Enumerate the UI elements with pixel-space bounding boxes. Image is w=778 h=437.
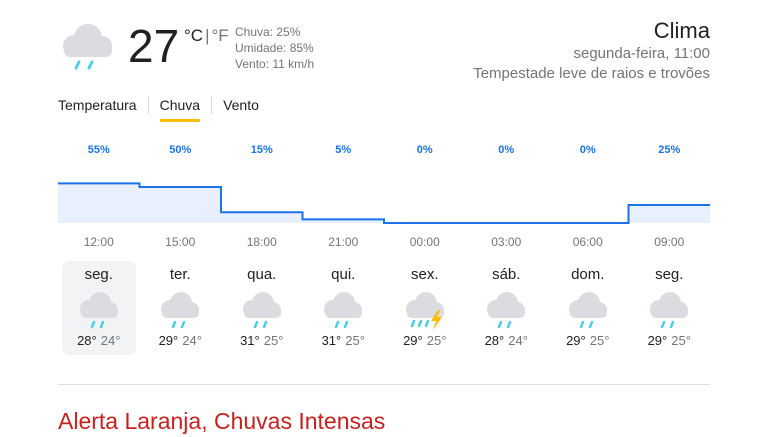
weather-title: Clima	[653, 18, 710, 43]
day-name: ter.	[169, 266, 191, 283]
time-label: 06:00	[573, 235, 603, 249]
day-temperatures: 31° 25°	[225, 333, 299, 348]
current-temperature: 27	[128, 20, 180, 72]
precipitation-label: 0%	[498, 144, 514, 156]
day-name: sex.	[410, 266, 439, 283]
high-temp: 29°	[158, 333, 179, 348]
thunderstorm-icon	[405, 292, 444, 330]
day-temperatures: 29° 25°	[388, 333, 462, 348]
precipitation-chart: 55% 12:00 50% 15:00 15% 18:00 5% 21:00 0% 00:00 0%…	[58, 144, 710, 249]
day-temperatures: 29° 24°	[143, 333, 217, 348]
low-temp: 24°	[100, 333, 121, 348]
rain-icon	[242, 292, 281, 329]
weather-details: Chuva: 25% Umidade: 85% Vento: 11 km/h	[235, 24, 314, 72]
rain-icon	[324, 292, 363, 329]
weather-description: Tempestade leve de raios e trovões	[473, 65, 710, 82]
day-name: qua.	[247, 266, 277, 283]
precipitation-label: 5%	[335, 144, 351, 156]
low-temp: 25°	[426, 333, 447, 348]
unit-fahrenheit[interactable]: °F	[212, 26, 229, 45]
weather-alert-link[interactable]: Alerta Laranja, Chuvas Intensas	[58, 408, 385, 435]
time-label: 00:00	[410, 235, 440, 249]
tab-temperatura[interactable]: Temperatura	[58, 96, 148, 114]
precipitation-label: 0%	[580, 144, 596, 156]
divider	[58, 384, 710, 385]
high-temp: 29°	[647, 333, 668, 348]
day-name: seg.	[84, 266, 113, 283]
time-label: 15:00	[165, 235, 195, 249]
time-label: 21:00	[328, 235, 358, 249]
low-temp: 25°	[671, 333, 691, 348]
day-forecast[interactable]: seg. 29° 25°	[632, 261, 706, 355]
high-temp: 31°	[321, 333, 342, 348]
precipitation-label: 0%	[417, 144, 433, 156]
rain-icon	[161, 292, 200, 329]
day-forecast[interactable]: qua. 31° 25°	[225, 261, 299, 355]
rain-icon	[79, 292, 118, 329]
rain-icon	[568, 292, 607, 329]
low-temp: 25°	[263, 333, 284, 348]
day-forecast[interactable]: qui. 31° 25°	[306, 261, 380, 355]
weather-header: Clima segunda-feira, 11:00 Tempestade le…	[473, 18, 710, 84]
precipitation-label: 50%	[169, 144, 191, 156]
time-label: 18:00	[247, 235, 277, 249]
day-forecast[interactable]: seg. 28° 24°	[61, 261, 136, 355]
day-temperatures: 28° 24°	[62, 333, 136, 348]
day-name: seg.	[655, 266, 684, 283]
day-temperatures: 28° 24°	[469, 333, 543, 348]
day-name: dom.	[571, 266, 605, 283]
low-temp: 25°	[589, 333, 610, 348]
precipitation-area	[58, 183, 710, 223]
rain-icon	[650, 292, 689, 329]
weather-datetime: segunda-feira, 11:00	[573, 45, 711, 62]
high-temp: 29°	[403, 333, 423, 348]
unit-separator: |	[205, 26, 210, 45]
tabs: Temperatura Chuva Vento	[58, 96, 270, 124]
unit-toggle: °C | °F	[184, 26, 229, 46]
high-temp: 29°	[566, 333, 586, 348]
wind-detail: Vento: 11 km/h	[235, 57, 315, 71]
day-temperatures: 29° 25°	[632, 333, 706, 348]
high-temp: 28°	[77, 333, 97, 348]
time-label: 12:00	[84, 235, 114, 249]
high-temp: 28°	[484, 333, 505, 348]
low-temp: 25°	[345, 333, 365, 348]
time-label: 09:00	[654, 235, 684, 249]
tab-vento[interactable]: Vento	[211, 96, 270, 114]
daily-forecast: seg. 28° 24° ter. 29° 24° qua. 31° 25° qui. 31° 25°…	[58, 261, 710, 355]
day-forecast[interactable]: sex. 29° 25°	[388, 261, 462, 355]
rain-icon	[487, 292, 526, 329]
day-forecast[interactable]: dom. 29° 25°	[551, 261, 625, 355]
day-name: qui.	[331, 266, 356, 283]
precipitation-label: 25%	[658, 144, 680, 156]
low-temp: 24°	[508, 333, 528, 348]
day-forecast[interactable]: ter. 29° 24°	[143, 261, 217, 355]
day-temperatures: 31° 25°	[306, 333, 380, 348]
day-name: sáb.	[492, 266, 521, 283]
humidity-detail: Umidade: 85%	[235, 41, 314, 55]
rain-cloud-icon	[63, 24, 112, 70]
precipitation-label: 55%	[88, 144, 110, 156]
precipitation-detail: Chuva: 25%	[235, 25, 301, 39]
day-temperatures: 29° 25°	[551, 333, 625, 348]
tab-chuva[interactable]: Chuva	[147, 96, 211, 122]
precipitation-label: 15%	[251, 144, 273, 156]
time-label: 03:00	[491, 235, 521, 249]
unit-celsius[interactable]: °C	[184, 26, 203, 45]
low-temp: 24°	[182, 333, 202, 348]
high-temp: 31°	[240, 333, 260, 348]
day-forecast[interactable]: sáb. 28° 24°	[469, 261, 543, 355]
